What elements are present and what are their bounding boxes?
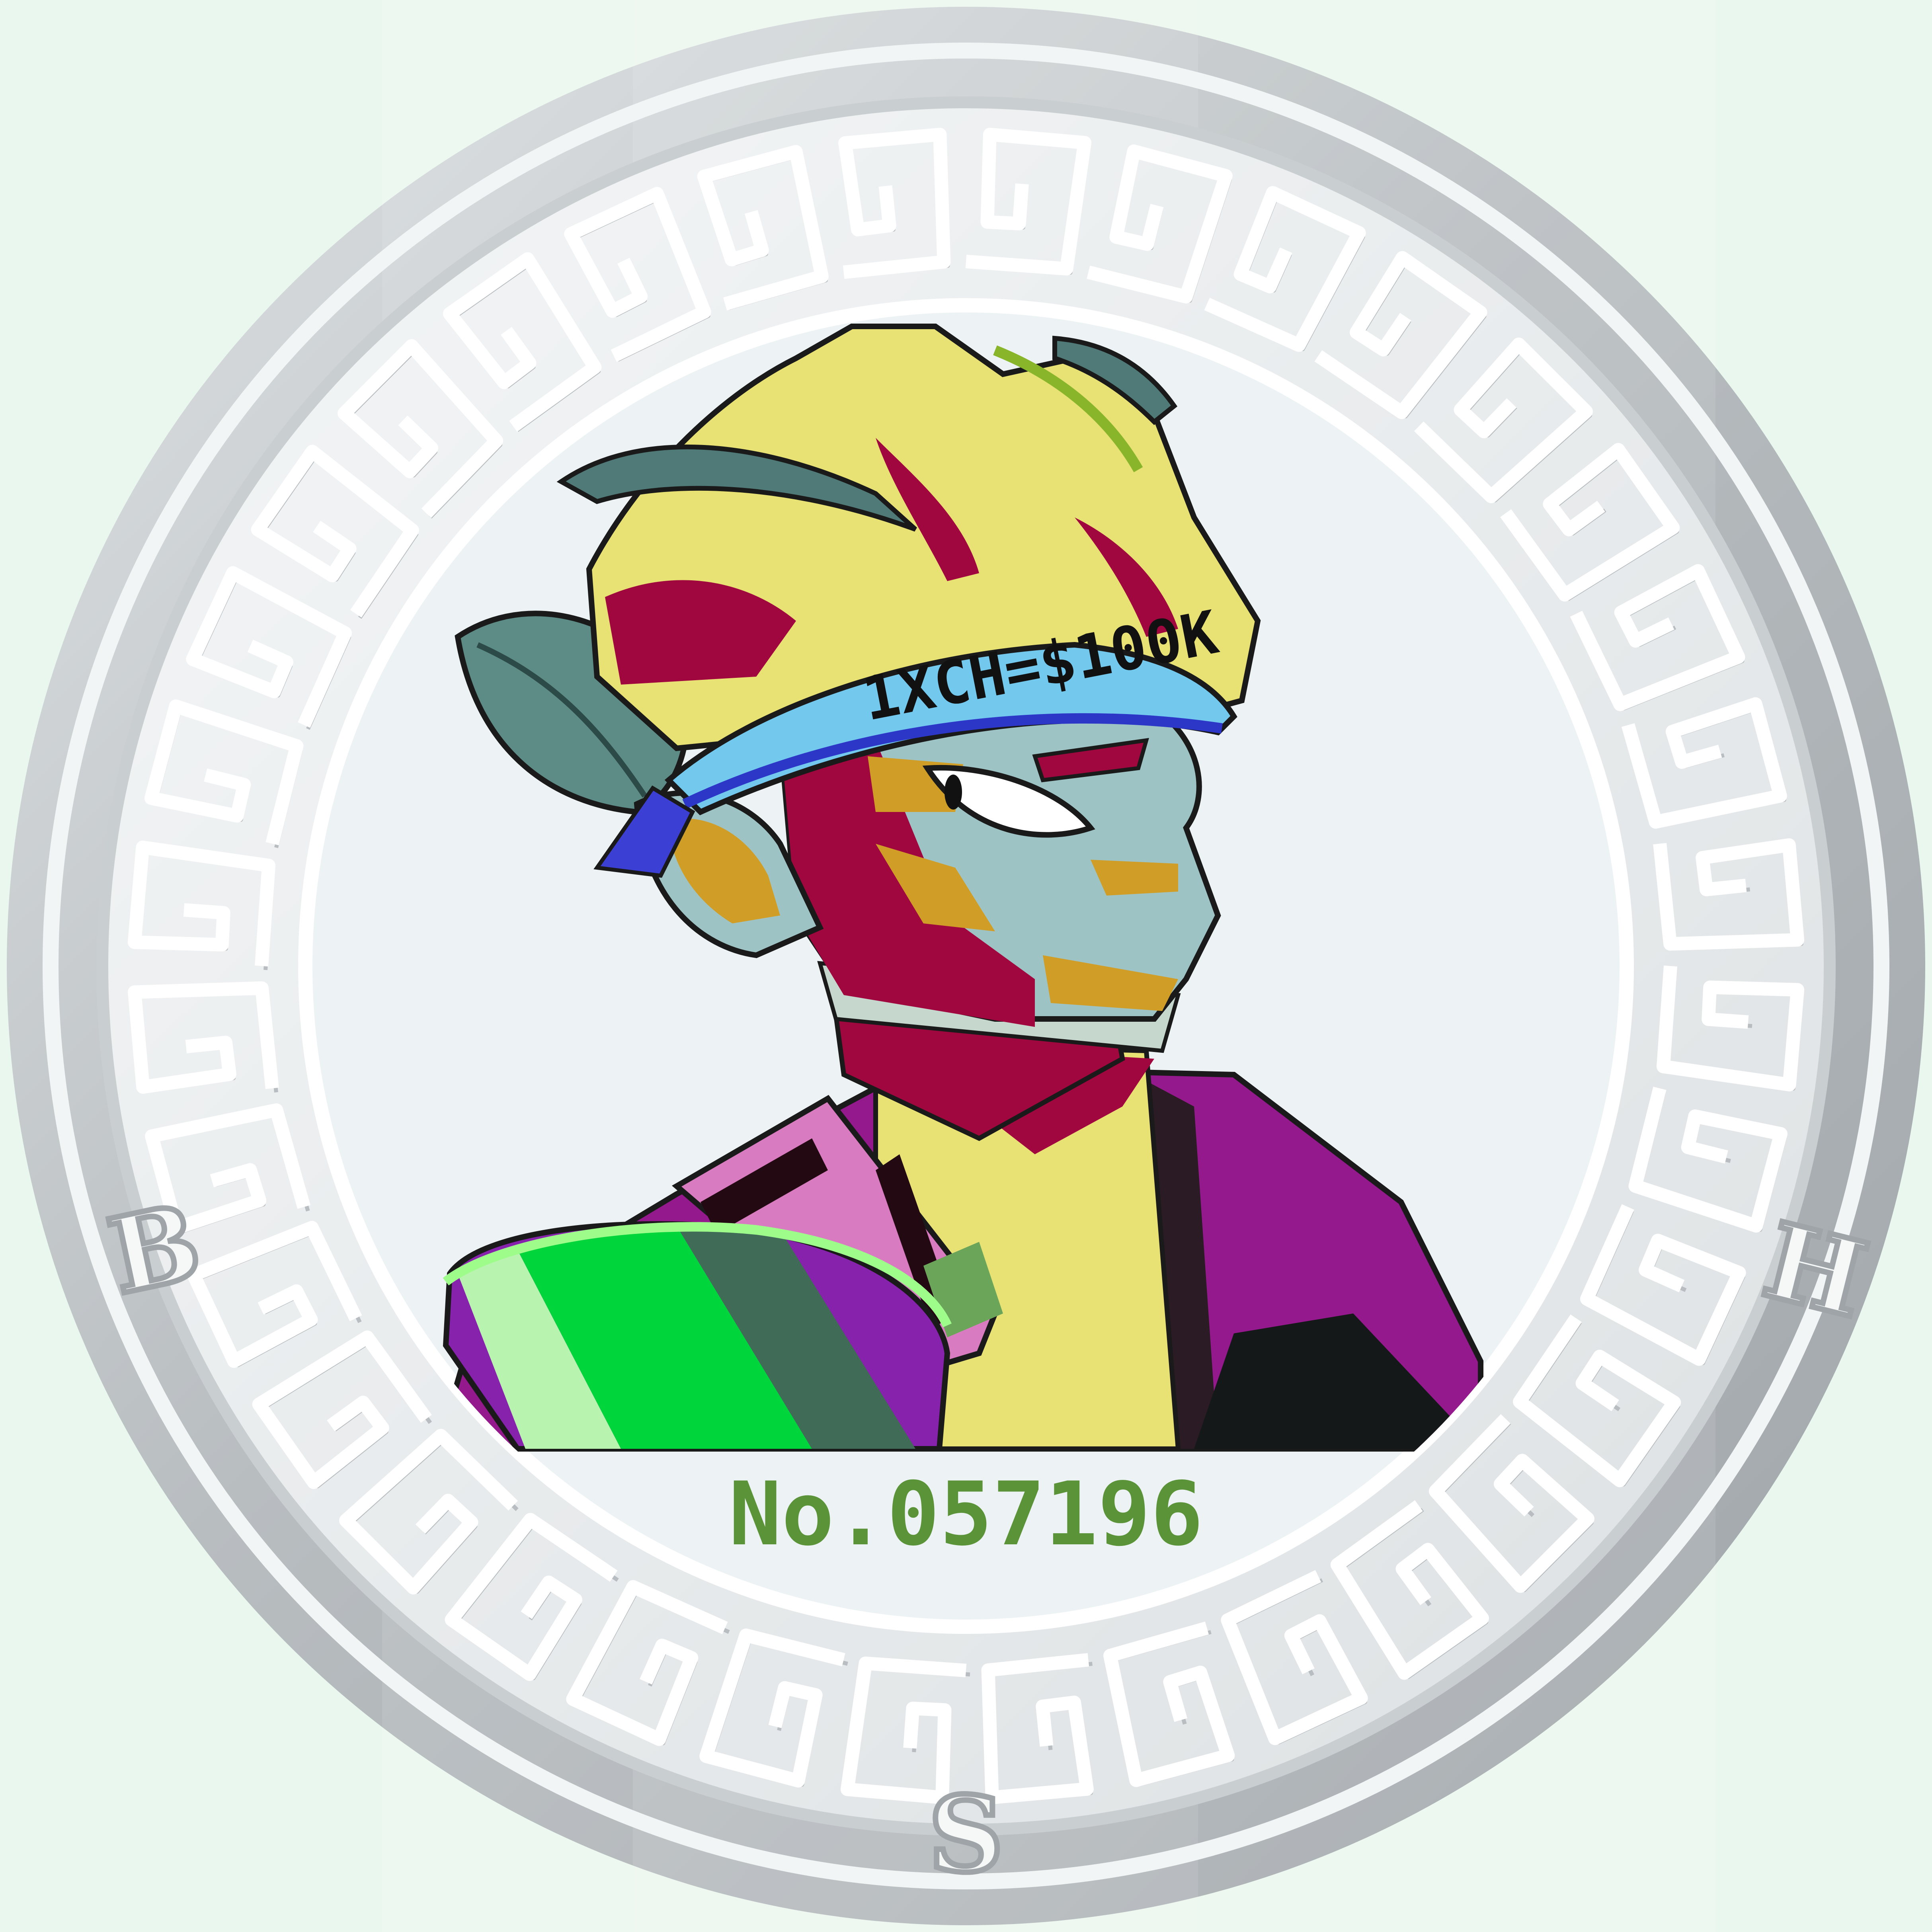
coin-letter-bottom: S	[929, 1774, 1003, 1895]
serial-number: No.057196	[729, 1463, 1203, 1565]
coin-artwork: 1XCH=$100K B H S No.057196	[0, 0, 1932, 1932]
coin-svg: 1XCH=$100K B H S No.057196	[7, 0, 1925, 1932]
pupil	[945, 775, 962, 810]
